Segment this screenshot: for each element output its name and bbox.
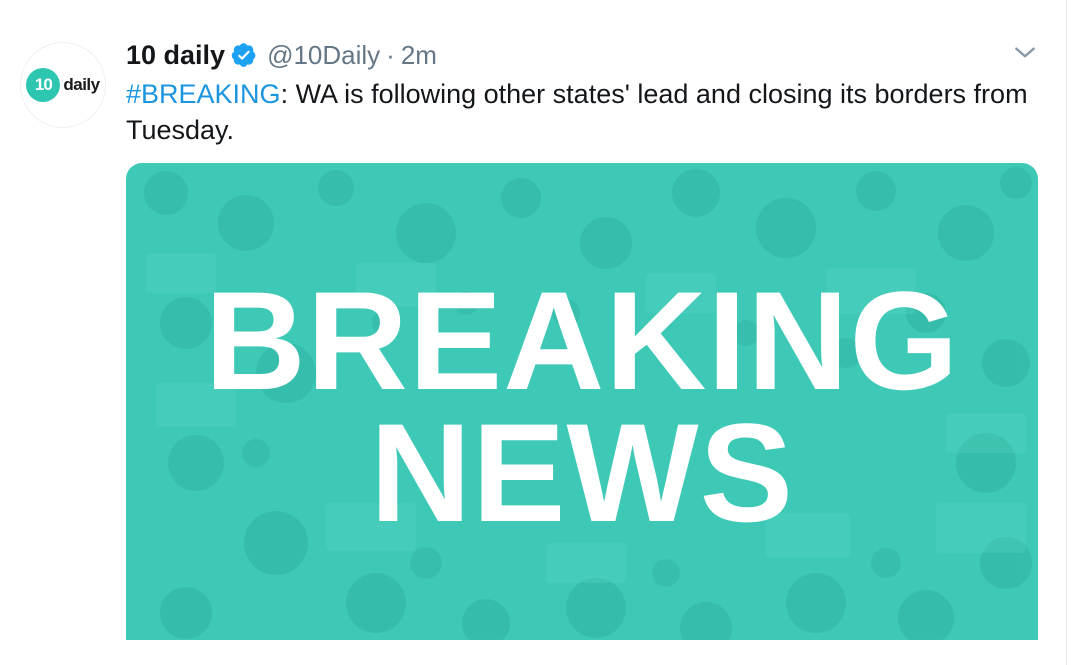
hashtag-link[interactable]: #BREAKING — [126, 79, 281, 109]
display-name[interactable]: 10 daily — [126, 40, 225, 71]
timeline-divider — [1066, 0, 1067, 665]
user-handle[interactable]: @10Daily — [267, 40, 380, 71]
verified-badge-icon — [231, 43, 256, 67]
avatar-logo-word: daily — [63, 75, 100, 94]
avatar-logo-mark: 10 — [26, 68, 61, 102]
tweet-text: #BREAKING: WA is following other states'… — [126, 76, 1046, 148]
media-headline-line-1: BREAKING — [204, 262, 960, 419]
tweet-timestamp[interactable]: 2m — [401, 40, 437, 71]
tweet-media-image[interactable]: BREAKING NEWS — [126, 163, 1038, 640]
tweet-header: 10 daily @10Daily · 2m — [126, 38, 437, 72]
tweet-card[interactable]: 10 daily 10 daily @10Daily · 2m #BREAKIN… — [0, 0, 1080, 665]
header-separator: · — [386, 39, 395, 70]
avatar[interactable]: 10 daily — [20, 42, 106, 128]
chevron-down-icon[interactable] — [1012, 40, 1038, 66]
avatar-logo: 10 daily — [26, 68, 100, 102]
media-headline-line-2: NEWS — [370, 394, 794, 551]
